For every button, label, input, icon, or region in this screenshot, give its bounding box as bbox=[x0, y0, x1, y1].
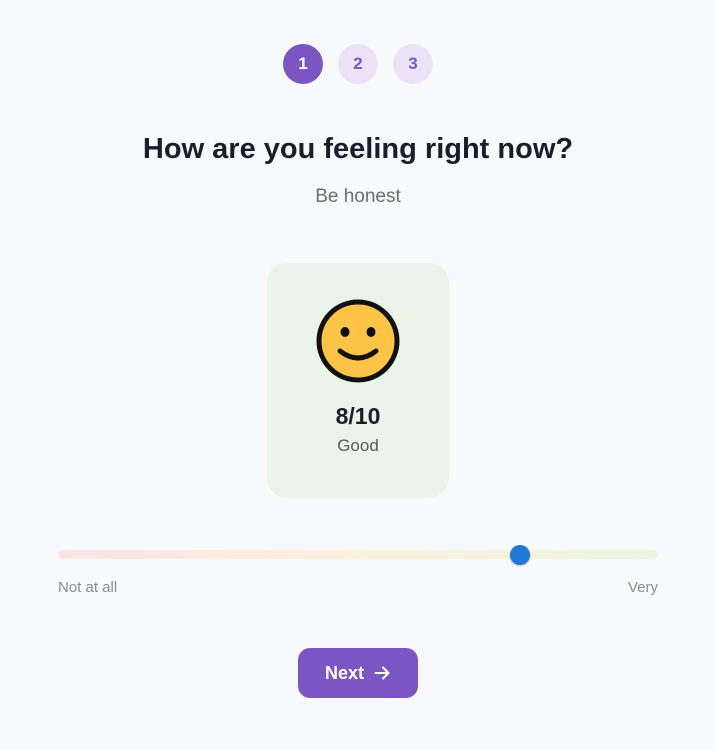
slider-min-label: Not at all bbox=[58, 579, 118, 596]
next-button[interactable]: Next bbox=[298, 648, 418, 698]
mood-label: Good bbox=[337, 436, 379, 455]
mood-slider[interactable] bbox=[58, 545, 658, 565]
mood-card: 8/10 Good bbox=[267, 263, 449, 498]
step-indicator: 1 2 3 bbox=[0, 44, 716, 84]
next-button-label: Next bbox=[324, 662, 364, 683]
slider-thumb[interactable] bbox=[510, 545, 530, 565]
step-3: 3 bbox=[393, 44, 433, 84]
mood-score: 8/10 bbox=[335, 403, 381, 429]
smiling-face-icon bbox=[316, 299, 400, 383]
slider-max-label: Very bbox=[627, 579, 658, 596]
question-subtitle: Be honest bbox=[315, 186, 401, 207]
slider-track[interactable] bbox=[58, 550, 658, 559]
step-1: 1 bbox=[283, 44, 323, 84]
step-2: 2 bbox=[338, 44, 378, 84]
arrow-right-icon bbox=[374, 666, 390, 680]
question-title: How are you feeling right now? bbox=[142, 133, 574, 165]
